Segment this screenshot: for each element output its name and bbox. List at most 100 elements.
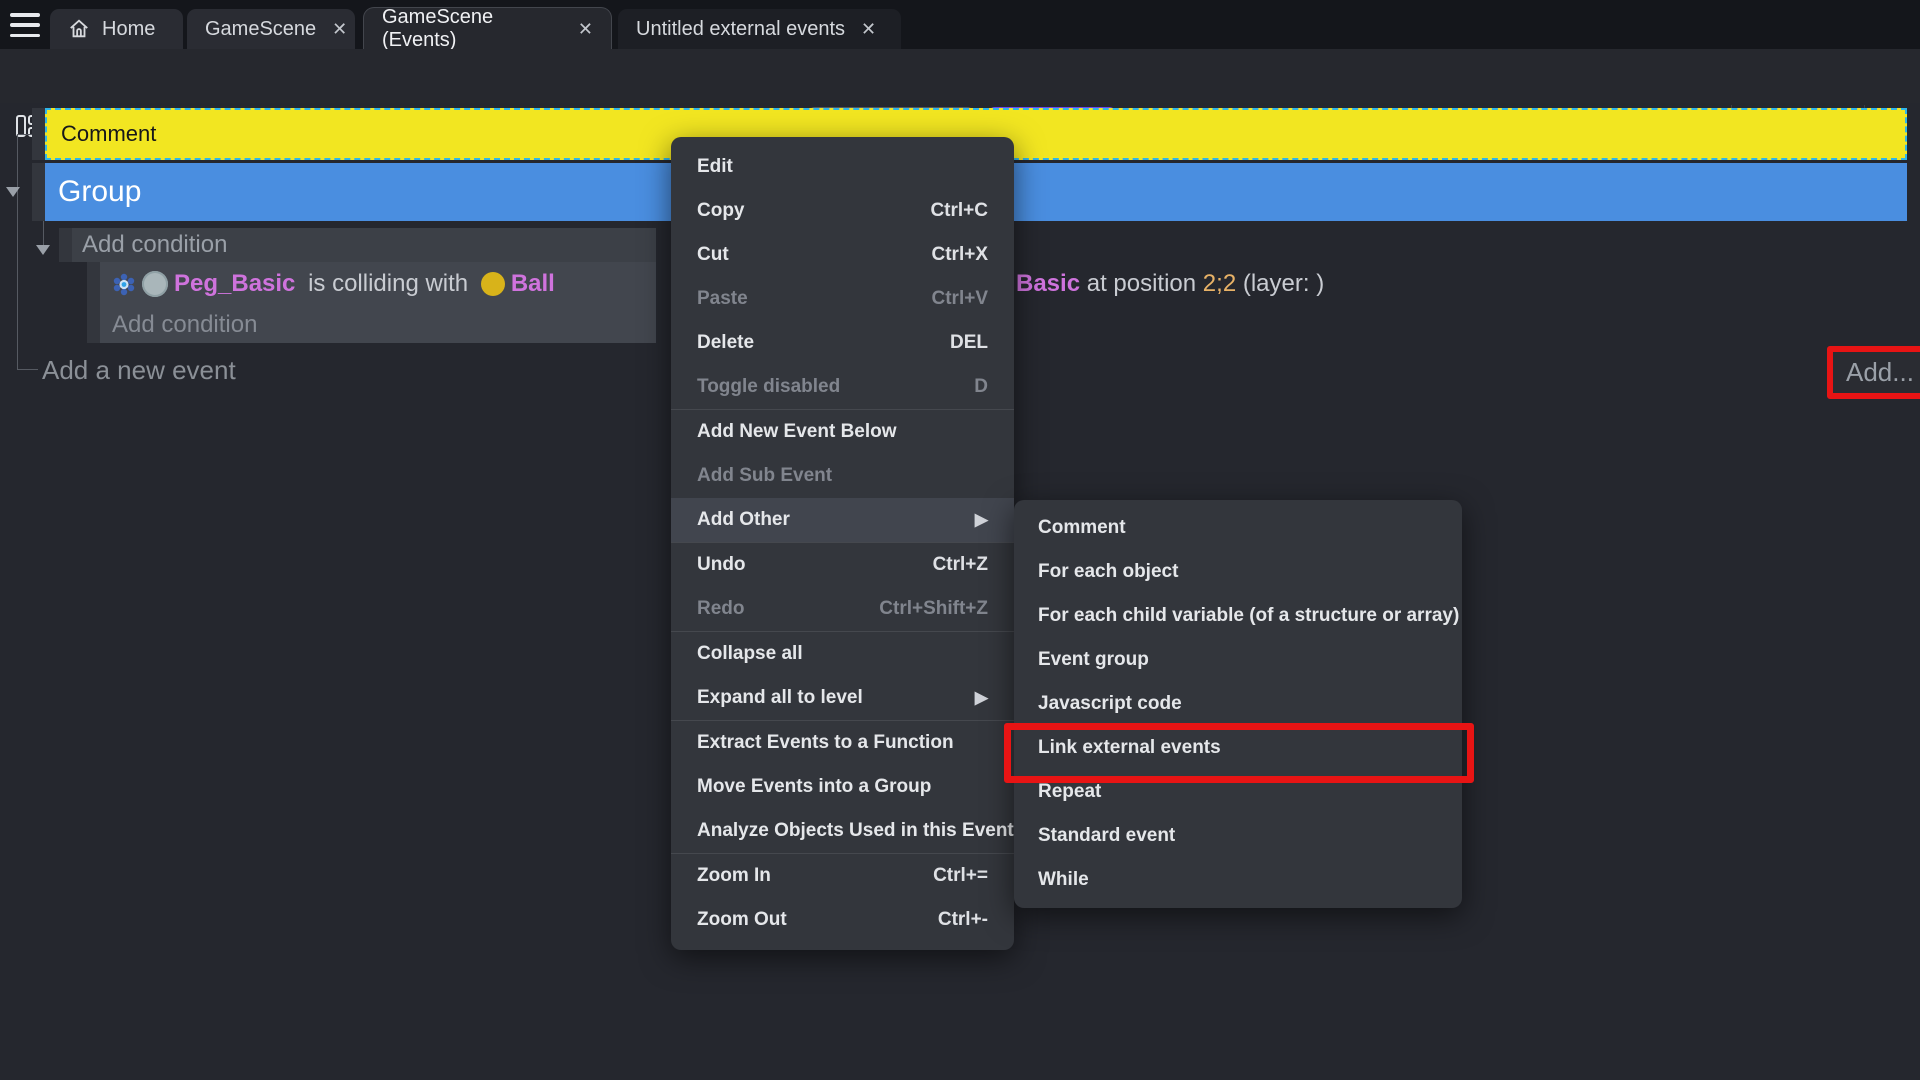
event-conditions-block[interactable]: Peg_Basic is colliding with Ball Add con… [100,262,656,343]
menu-item-label: For each child variable (of a structure … [1038,605,1459,627]
tab-label: GameScene (Events) [382,6,562,52]
action-position-value: 2;2 [1203,270,1236,298]
action-text: at position [1080,270,1203,298]
menu-item-for-each-object[interactable]: For each object [1014,550,1462,594]
menu-item-add-new-event-below[interactable]: Add New Event Below [671,410,1014,454]
condition-text: is colliding with [301,270,474,298]
comment-text: Comment [61,121,156,147]
menu-item-link-external-events[interactable]: Link external events [1014,726,1462,770]
menu-item-label: Expand all to level [697,687,863,709]
menu-item-move-events-into-a-group[interactable]: Move Events into a Group [671,765,1014,809]
menu-item-label: Add New Event Below [697,421,897,443]
menu-item-undo[interactable]: Undo Ctrl+Z [671,543,1014,587]
menu-item-javascript-code[interactable]: Javascript code [1014,682,1462,726]
menu-item-label: Add Sub Event [697,465,832,487]
menu-item-label: Toggle disabled [697,376,840,398]
menu-item-paste[interactable]: Paste Ctrl+V [671,277,1014,321]
menu-item-shortcut: Ctrl+- [938,909,988,931]
menu-item-label: Event group [1038,649,1149,671]
menu-item-expand-all-to-level[interactable]: Expand all to level ▶ [671,676,1014,720]
group-collapse-arrow-icon[interactable] [6,187,20,197]
menu-item-toggle-disabled[interactable]: Toggle disabledD [671,365,1014,409]
menu-item-label: Link external events [1038,737,1221,759]
toolbar: Preview Publish [0,49,1920,103]
close-tab-icon[interactable]: ✕ [332,20,347,38]
tab-label: Home [102,18,155,41]
menu-item-shortcut: Ctrl+Z [933,554,988,576]
menu-item-label: Collapse all [697,643,803,665]
close-tab-icon[interactable]: ✕ [578,20,593,38]
group-title: Group [58,175,141,209]
tree-line [43,221,44,245]
tab-untitled-external-events[interactable]: Untitled external events ✕ [618,9,901,49]
menu-item-label: Analyze Objects Used in this Event [697,820,1014,842]
condition-object-name: Peg_Basic [174,270,295,298]
menu-item-for-each-child-variable-of-a-structure-or-array[interactable]: For each child variable (of a structure … [1014,594,1462,638]
menu-item-label: Cut [697,244,729,266]
close-tab-icon[interactable]: ✕ [861,20,876,38]
menu-item-shortcut: Ctrl+C [930,200,988,222]
collision-condition-icon [112,272,136,296]
menu-item-analyze-objects-used-in-this-event[interactable]: Analyze Objects Used in this Event [671,809,1014,853]
ball-object-thumbnail [481,272,505,296]
menu-item-comment[interactable]: Comment [1014,506,1462,550]
menu-item-label: Move Events into a Group [697,776,931,798]
home-icon [68,18,90,40]
add-other-submenu: CommentFor each object For each child var… [1014,500,1462,908]
menu-item-cut[interactable]: CutCtrl+X [671,233,1014,277]
menu-item-edit[interactable]: Edit [671,145,1014,189]
tab-home[interactable]: Home [50,9,183,49]
subevents-collapse-arrow-icon[interactable] [36,245,50,255]
event-drag-handle[interactable] [32,108,45,160]
add-condition-label: Add condition [82,231,227,259]
tree-line [17,134,32,135]
add-condition-row[interactable]: Add condition [112,306,257,343]
tab-gamescene-events[interactable]: GameScene (Events) ✕ [363,7,612,49]
add-new-event-row[interactable]: Add a new event [42,352,236,388]
menu-item-label: Add Other [697,509,790,531]
menu-item-label: Delete [697,332,754,354]
menu-item-label: While [1038,869,1089,891]
menu-item-shortcut: Ctrl+Shift+Z [879,598,988,620]
menu-item-while[interactable]: While [1014,858,1462,902]
menu-item-label: Javascript code [1038,693,1182,715]
add-button-highlight-box: Add... [1827,346,1920,399]
menu-item-label: Undo [697,554,746,576]
event-drag-handle[interactable] [87,262,100,343]
action-row[interactable]: Basic at position 2;2 (layer: ) [1016,262,1324,306]
menu-item-event-group[interactable]: Event group [1014,638,1462,682]
event-drag-handle[interactable] [59,228,72,262]
menu-item-label: Zoom Out [697,909,787,931]
menu-item-zoom-out[interactable]: Zoom Out Ctrl+- [671,898,1014,942]
menu-item-shortcut: Ctrl+= [933,865,988,887]
menu-item-copy[interactable]: CopyCtrl+C [671,189,1014,233]
menu-item-add-other[interactable]: Add Other▶ [671,498,1014,542]
peg-basic-object-thumbnail [142,271,168,297]
event-drag-handle[interactable] [32,163,45,221]
menu-item-redo[interactable]: Redo Ctrl+Shift+Z [671,587,1014,631]
menu-item-label: Paste [697,288,748,310]
add-button[interactable]: Add... [1833,352,1920,393]
main-menu-icon[interactable] [10,13,40,37]
menu-item-label: Redo [697,598,745,620]
menu-item-label: Zoom In [697,865,771,887]
menu-item-zoom-in[interactable]: Zoom In Ctrl+= [671,854,1014,898]
menu-item-shortcut: DEL [950,332,988,354]
menu-item-delete[interactable]: Delete DEL [671,321,1014,365]
menu-item-add-sub-event[interactable]: Add Sub Event [671,454,1014,498]
menu-item-label: Repeat [1038,781,1101,803]
submenu-arrow-icon: ▶ [975,688,988,708]
menu-item-extract-events-to-a-function[interactable]: Extract Events to a Function [671,721,1014,765]
menu-item-collapse-all[interactable]: Collapse all [671,632,1014,676]
menu-item-standard-event[interactable]: Standard event [1014,814,1462,858]
tab-gamescene[interactable]: GameScene ✕ [187,9,355,49]
gdevelop-events-editor: Home GameScene ✕ GameScene (Events) ✕ Un… [0,0,1920,1080]
menu-item-label: Edit [697,156,733,178]
menu-item-label: Extract Events to a Function [697,732,954,754]
add-condition-row[interactable]: Add condition [72,228,656,262]
menu-item-repeat[interactable]: Repeat [1014,770,1462,814]
menu-item-shortcut: Ctrl+V [932,288,989,310]
add-new-event-label: Add a new event [42,355,236,386]
condition-object2-name: Ball [511,270,555,298]
condition-row[interactable]: Peg_Basic is colliding with Ball [112,262,555,306]
